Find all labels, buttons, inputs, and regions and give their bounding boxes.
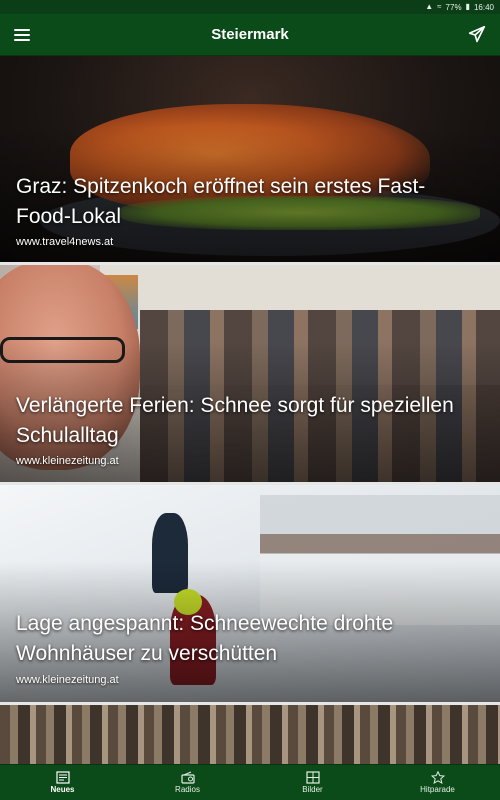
article-card[interactable]: Verlängerte Ferien: Schnee sorgt für spe…: [0, 265, 500, 482]
menu-icon[interactable]: [12, 26, 32, 44]
notification-icon: ▲: [425, 2, 434, 11]
nav-label: Bilder: [302, 785, 323, 794]
page-title: Steiermark: [211, 26, 289, 43]
newspaper-icon: [55, 771, 70, 784]
nav-label: Hitparade: [420, 785, 455, 794]
nav-item-hitparade[interactable]: Hitparade: [375, 765, 500, 800]
news-feed[interactable]: Graz: Spitzenkoch eröffnet sein erstes F…: [0, 56, 500, 764]
article-card[interactable]: Lage angespannt: Schneewechte drohte Woh…: [0, 485, 500, 702]
radio-icon: [180, 771, 195, 784]
article-source: www.kleinezeitung.at: [16, 455, 119, 467]
share-icon[interactable]: [466, 24, 488, 46]
nav-item-neues[interactable]: Neues: [0, 765, 125, 800]
battery-icon: ▮: [465, 2, 470, 11]
star-icon: [430, 771, 445, 784]
article-source: www.travel4news.at: [16, 236, 114, 248]
article-image: [0, 705, 500, 764]
app-bar: Steiermark: [0, 14, 500, 56]
article-card[interactable]: [0, 705, 500, 764]
bottom-navigation: Neues Radios Bilder Hitparade: [0, 764, 500, 800]
status-bar: ▲ ≈ 77% ▮ 16:40: [0, 0, 500, 14]
gallery-icon: [305, 771, 320, 784]
nav-item-bilder[interactable]: Bilder: [250, 765, 375, 800]
battery-percent: 77%: [445, 2, 462, 12]
nav-label: Neues: [50, 785, 75, 794]
article-title: Lage angespannt: Schneewechte drohte Woh…: [16, 612, 394, 665]
clock: 16:40: [473, 2, 494, 12]
nav-label: Radios: [175, 785, 200, 794]
article-title: Graz: Spitzenkoch eröffnet sein erstes F…: [16, 175, 426, 228]
article-source: www.kleinezeitung.at: [16, 674, 119, 686]
nav-item-radios[interactable]: Radios: [125, 765, 250, 800]
wifi-icon: ≈: [437, 2, 442, 11]
article-title: Verlängerte Ferien: Schnee sorgt für spe…: [16, 394, 454, 447]
article-card[interactable]: Graz: Spitzenkoch eröffnet sein erstes F…: [0, 56, 500, 262]
